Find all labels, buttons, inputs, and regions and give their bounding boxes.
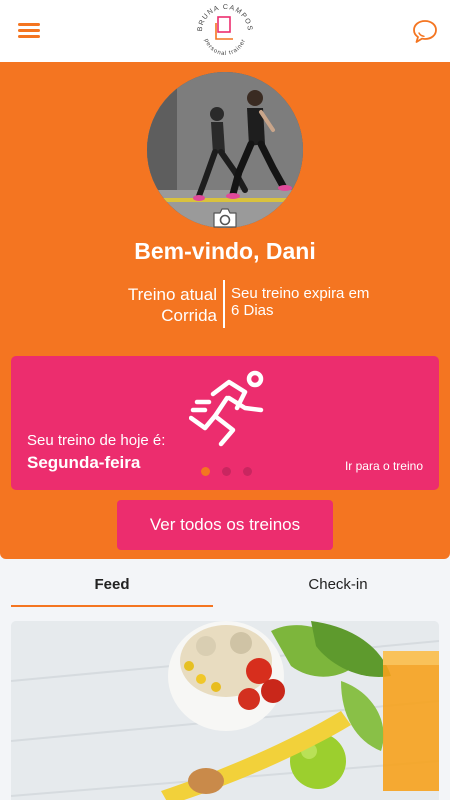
- healthy-food-salad-photo: [11, 621, 439, 800]
- plan-expiry-line2: 6 Dias: [231, 302, 274, 319]
- profile-photo[interactable]: [147, 72, 303, 228]
- current-plan-label: Treino atual: [127, 285, 217, 304]
- go-to-workout-link[interactable]: Ir para o treino: [345, 459, 423, 473]
- view-all-workouts-button[interactable]: Ver todos os treinos: [117, 500, 333, 550]
- tab-checkin[interactable]: Check-in: [237, 563, 439, 607]
- feed-post-image[interactable]: [11, 621, 439, 800]
- carousel-dot-3[interactable]: [243, 467, 252, 476]
- camera-icon[interactable]: [212, 207, 238, 229]
- today-workout-day: Segunda-feira: [27, 453, 141, 472]
- carousel-dot-1[interactable]: [201, 467, 210, 476]
- today-workout-label: Seu treino de hoje é:: [27, 432, 166, 449]
- carousel-dot-2[interactable]: [222, 467, 231, 476]
- today-workout-card[interactable]: Seu treino de hoje é: Segunda-feira Ir p…: [11, 356, 439, 490]
- runner-icon: [189, 370, 264, 447]
- carousel-indicators: [201, 467, 261, 477]
- welcome-message: Bem-vindo, Dani: [134, 238, 316, 264]
- logo-text-top: BRUNA CAMPOS: [197, 4, 252, 32]
- brand-logo: BRUNA CAMPOS personal trainer: [197, 4, 253, 57]
- app-header: BRUNA CAMPOS personal trainer: [0, 0, 450, 62]
- runners-photo: [147, 72, 303, 228]
- plan-divider: [223, 280, 225, 328]
- chat-bubble-icon[interactable]: [410, 16, 440, 46]
- current-plan: Treino atual Corrida: [100, 284, 217, 326]
- hamburger-menu-icon[interactable]: [18, 20, 42, 40]
- profile-hero: Bem-vindo, Dani Treino atual Corrida Seu…: [0, 62, 450, 559]
- plan-expiry: Seu treino expira em 6 Dias: [231, 285, 391, 319]
- plan-expiry-line1: Seu treino expira em: [231, 285, 370, 302]
- svg-text:personal trainer: personal trainer: [203, 38, 247, 57]
- tab-feed[interactable]: Feed: [11, 563, 213, 607]
- svg-text:BRUNA CAMPOS: BRUNA CAMPOS: [197, 4, 253, 32]
- current-plan-value: Corrida: [161, 306, 217, 325]
- logo-text-bottom: personal trainer: [203, 38, 247, 57]
